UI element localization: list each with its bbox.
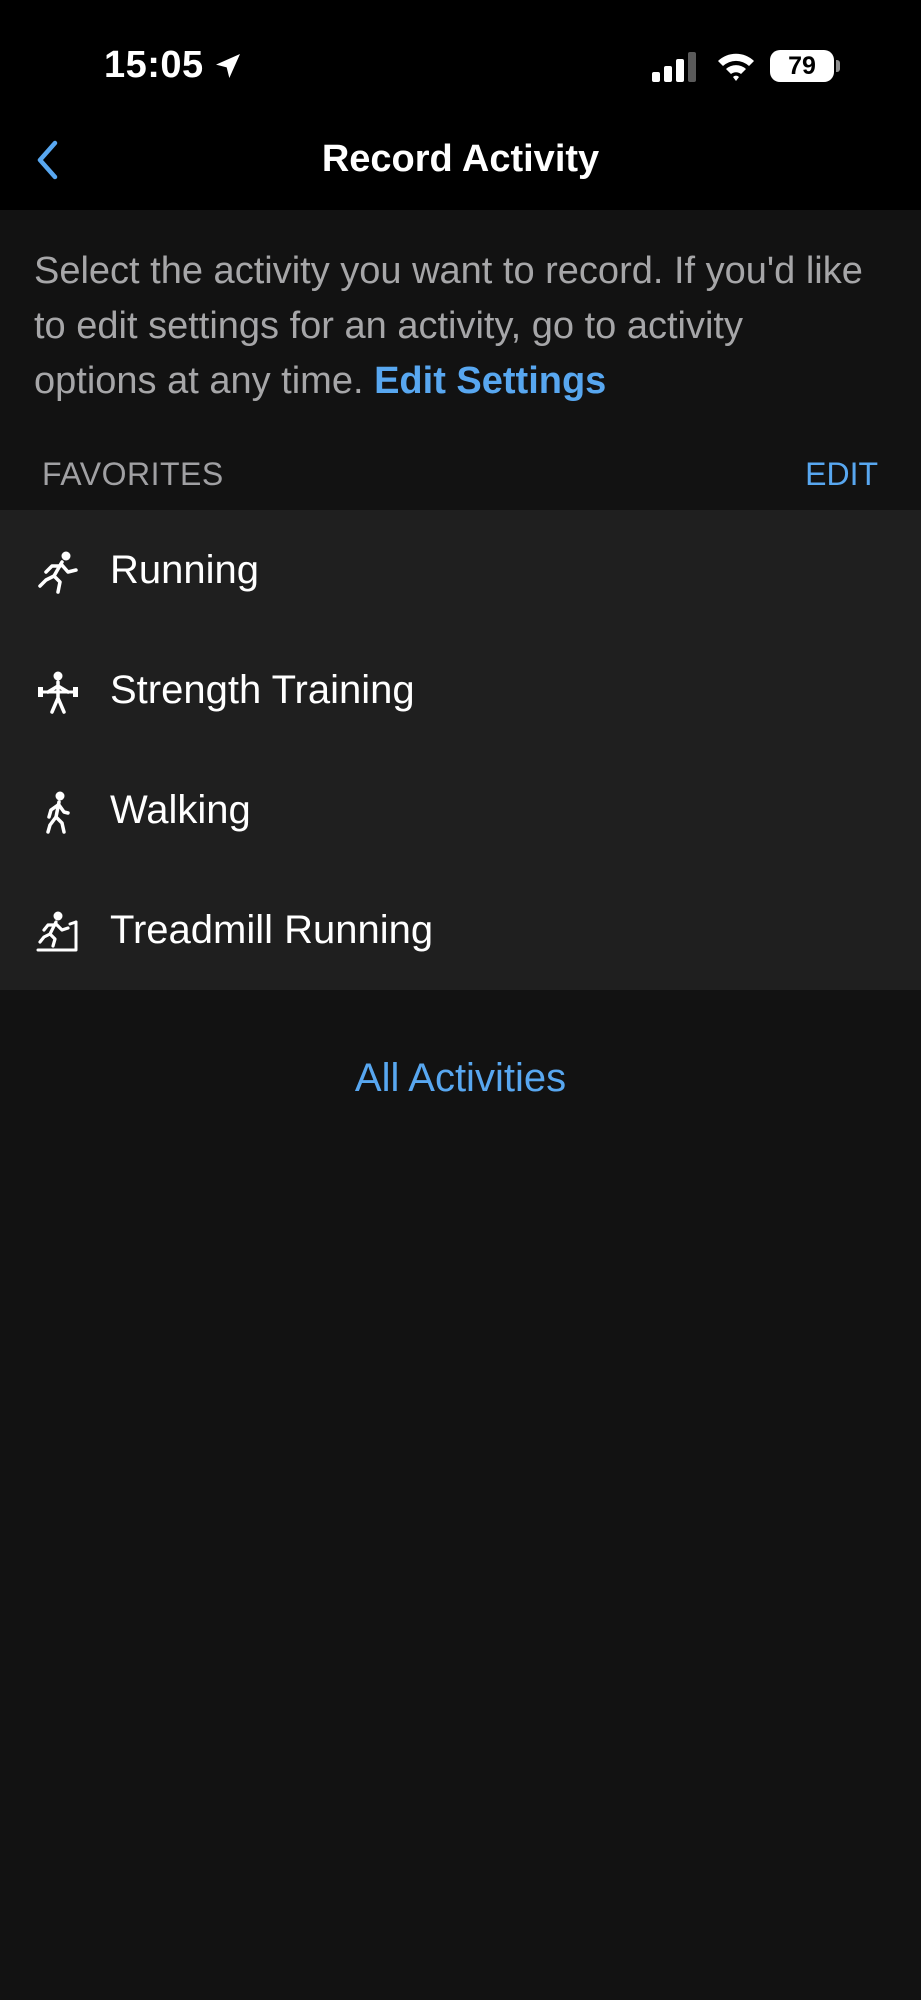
running-icon	[38, 551, 78, 594]
status-time: 15:05	[104, 44, 204, 86]
list-item-walking[interactable]: Walking	[0, 750, 921, 870]
list-item-label: Walking	[110, 787, 251, 832]
status-bar: 15:05 79	[0, 0, 921, 110]
favorites-header: FAVORITES	[42, 456, 224, 492]
favorites-edit-button[interactable]: EDIT	[805, 456, 878, 493]
list-item-treadmill-running[interactable]: Treadmill Running	[0, 870, 921, 990]
battery-cap	[836, 60, 840, 72]
intro-description: Select the activity you want to record. …	[34, 244, 874, 409]
list-item-label: Treadmill Running	[110, 907, 434, 952]
page-title: Record Activity	[321, 138, 600, 180]
strength-training-icon	[38, 671, 78, 714]
favorites-list: Running Strength Training Walking Treadm…	[0, 510, 921, 990]
cellular-signal-icon	[652, 52, 696, 82]
location-arrow-icon	[216, 54, 240, 78]
list-item-label: Running	[110, 547, 260, 592]
walking-icon	[46, 791, 70, 834]
battery-icon: 79	[770, 50, 834, 82]
battery-level: 79	[788, 51, 816, 80]
edit-settings-link[interactable]: Edit Settings	[374, 360, 606, 402]
navigation-bar: Record Activity	[0, 110, 921, 210]
wifi-icon	[718, 53, 754, 81]
list-item-running[interactable]: Running	[0, 510, 921, 630]
list-item-strength-training[interactable]: Strength Training	[0, 630, 921, 750]
all-activities-button[interactable]: All Activities	[0, 1056, 921, 1101]
list-item-label: Strength Training	[110, 667, 415, 712]
treadmill-running-icon	[36, 911, 78, 952]
